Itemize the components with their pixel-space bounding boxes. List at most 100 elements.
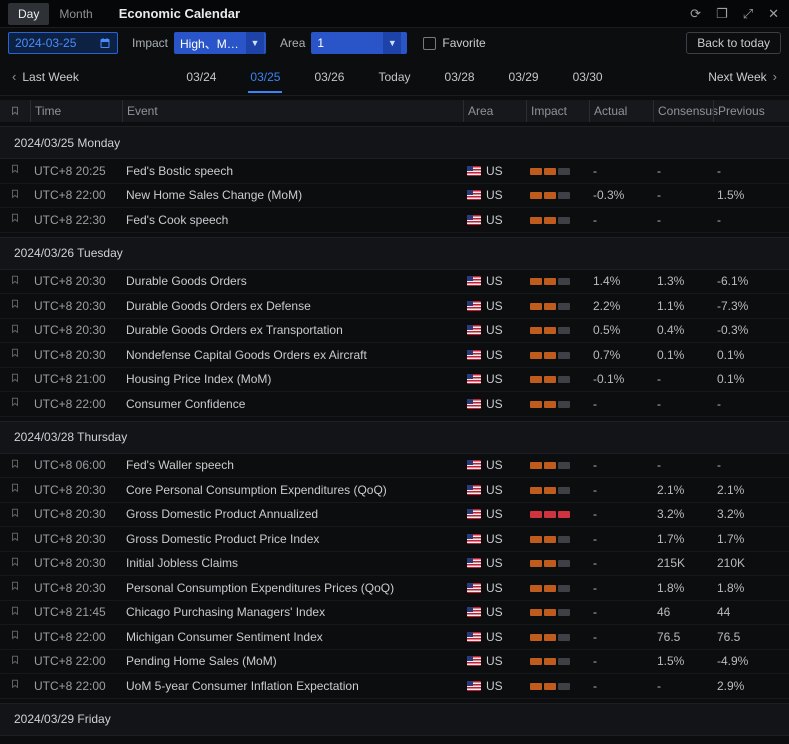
event-previous: 2.1% (713, 483, 789, 497)
close-icon[interactable]: ✕ (768, 7, 779, 20)
us-flag-icon (467, 325, 481, 335)
favorite-checkbox-wrap[interactable]: Favorite (423, 36, 485, 50)
favorite-checkbox[interactable] (423, 37, 436, 50)
impact-medium-indicator (530, 278, 570, 285)
expand-icon[interactable]: ⤢ (743, 7, 753, 20)
impact-medium-indicator (530, 560, 570, 567)
event-name: Housing Price Index (MoM) (122, 372, 463, 386)
day-tab-03-24[interactable]: 03/24 (184, 61, 218, 93)
event-name: Initial Jobless Claims (122, 556, 463, 570)
event-row[interactable]: UTC+8 22:00Michigan Consumer Sentiment I… (0, 625, 789, 650)
day-tab-03-28[interactable]: 03/28 (443, 61, 477, 93)
bookmark-icon[interactable] (10, 274, 20, 289)
event-row[interactable]: UTC+8 22:00UoM 5-year Consumer Inflation… (0, 674, 789, 699)
bookmark-icon[interactable] (10, 580, 20, 595)
bookmark-icon[interactable] (10, 507, 20, 522)
area-select[interactable]: 1 ▼ (311, 32, 407, 54)
day-tab-03-30[interactable]: 03/30 (571, 61, 605, 93)
bookmark-icon[interactable] (10, 347, 20, 362)
last-week-button[interactable]: ‹ Last Week (12, 69, 79, 84)
event-row[interactable]: UTC+8 20:25Fed's Bostic speechUS--- (0, 159, 789, 184)
tab-day[interactable]: Day (8, 3, 49, 25)
chevron-left-icon: ‹ (12, 69, 16, 84)
area-label: US (486, 483, 503, 497)
bookmark-icon[interactable] (10, 188, 20, 203)
next-week-label: Next Week (708, 70, 766, 84)
event-previous: 0.1% (713, 372, 789, 386)
event-actual: - (589, 397, 653, 411)
day-tab-03-25[interactable]: 03/25 (248, 61, 282, 93)
column-header-impact: Impact (526, 100, 589, 122)
event-row[interactable]: UTC+8 20:30Durable Goods OrdersUS1.4%1.3… (0, 270, 789, 295)
event-row[interactable]: UTC+8 06:00Fed's Waller speechUS--- (0, 454, 789, 479)
event-row[interactable]: UTC+8 20:30Gross Domestic Product Price … (0, 527, 789, 552)
event-row[interactable]: UTC+8 22:30Fed's Cook speechUS--- (0, 208, 789, 233)
event-row[interactable]: UTC+8 20:30Durable Goods Orders ex Defen… (0, 294, 789, 319)
bookmark-icon[interactable] (10, 163, 20, 178)
event-area: US (463, 654, 526, 668)
refresh-icon[interactable]: ⟳ (690, 7, 701, 20)
event-area: US (463, 458, 526, 472)
event-actual: - (589, 605, 653, 619)
impact-segment (544, 217, 556, 224)
event-consensus: - (653, 458, 713, 472)
area-label: US (486, 654, 503, 668)
event-name: Core Personal Consumption Expenditures (… (122, 483, 463, 497)
event-actual: 0.5% (589, 323, 653, 337)
event-row[interactable]: UTC+8 21:45Chicago Purchasing Managers' … (0, 601, 789, 626)
event-row[interactable]: UTC+8 20:30Durable Goods Orders ex Trans… (0, 319, 789, 344)
filter-bar: 2024-03-25 Impact High、Medi... ▼ Area 1 … (0, 28, 789, 58)
us-flag-icon (467, 190, 481, 200)
tab-month[interactable]: Month (49, 3, 102, 25)
impact-medium-indicator (530, 168, 570, 175)
bookmark-icon[interactable] (10, 482, 20, 497)
bookmark-icon[interactable] (10, 298, 20, 313)
day-tab-today[interactable]: Today (376, 61, 412, 93)
event-area: US (463, 348, 526, 362)
bookmark-icon[interactable] (10, 531, 20, 546)
event-row[interactable]: UTC+8 20:30Nondefense Capital Goods Orde… (0, 343, 789, 368)
impact-segment (558, 217, 570, 224)
area-label: US (486, 323, 503, 337)
date-picker[interactable]: 2024-03-25 (8, 32, 118, 54)
event-row[interactable]: UTC+8 22:00Consumer ConfidenceUS--- (0, 392, 789, 417)
bookmark-icon[interactable] (10, 654, 20, 669)
bookmark-cell (0, 482, 30, 497)
bookmark-icon[interactable] (10, 605, 20, 620)
event-row[interactable]: UTC+8 20:30Initial Jobless ClaimsUS-215K… (0, 552, 789, 577)
event-row[interactable]: UTC+8 20:30Core Personal Consumption Exp… (0, 478, 789, 503)
event-previous: 0.1% (713, 348, 789, 362)
next-week-button[interactable]: Next Week › (708, 69, 777, 84)
popout-icon[interactable]: ❐ (716, 7, 728, 20)
event-row[interactable]: UTC+8 22:00Pending Home Sales (MoM)US-1.… (0, 650, 789, 675)
impact-segment (544, 658, 556, 665)
day-tab-03-29[interactable]: 03/29 (507, 61, 541, 93)
event-previous: - (713, 164, 789, 178)
day-tab-03-26[interactable]: 03/26 (312, 61, 346, 93)
bookmark-icon[interactable] (10, 212, 20, 227)
impact-segment (530, 560, 542, 567)
bookmark-icon[interactable] (10, 458, 20, 473)
impact-medium-indicator (530, 352, 570, 359)
impact-cell (526, 458, 589, 472)
event-row[interactable]: UTC+8 20:30Personal Consumption Expendit… (0, 576, 789, 601)
event-row[interactable]: UTC+8 20:30Gross Domestic Product Annual… (0, 503, 789, 528)
impact-segment (530, 327, 542, 334)
back-to-today-button[interactable]: Back to today (686, 32, 781, 54)
impact-select[interactable]: High、Medi... ▼ (174, 32, 266, 54)
bookmark-icon[interactable] (10, 372, 20, 387)
bookmark-icon[interactable] (10, 396, 20, 411)
impact-medium-indicator (530, 401, 570, 408)
event-row[interactable]: UTC+8 21:00Housing Price Index (MoM)US-0… (0, 368, 789, 393)
bookmark-cell (0, 556, 30, 571)
bookmark-icon[interactable] (10, 678, 20, 693)
bookmark-icon[interactable] (10, 629, 20, 644)
area-label: US (486, 348, 503, 362)
event-row[interactable]: UTC+8 22:00New Home Sales Change (MoM)US… (0, 184, 789, 209)
bookmark-icon[interactable] (10, 556, 20, 571)
bookmark-cell (0, 163, 30, 178)
us-flag-icon (467, 350, 481, 360)
event-time: UTC+8 22:00 (30, 679, 122, 693)
bookmark-icon[interactable] (10, 323, 20, 338)
event-time: UTC+8 20:30 (30, 556, 122, 570)
